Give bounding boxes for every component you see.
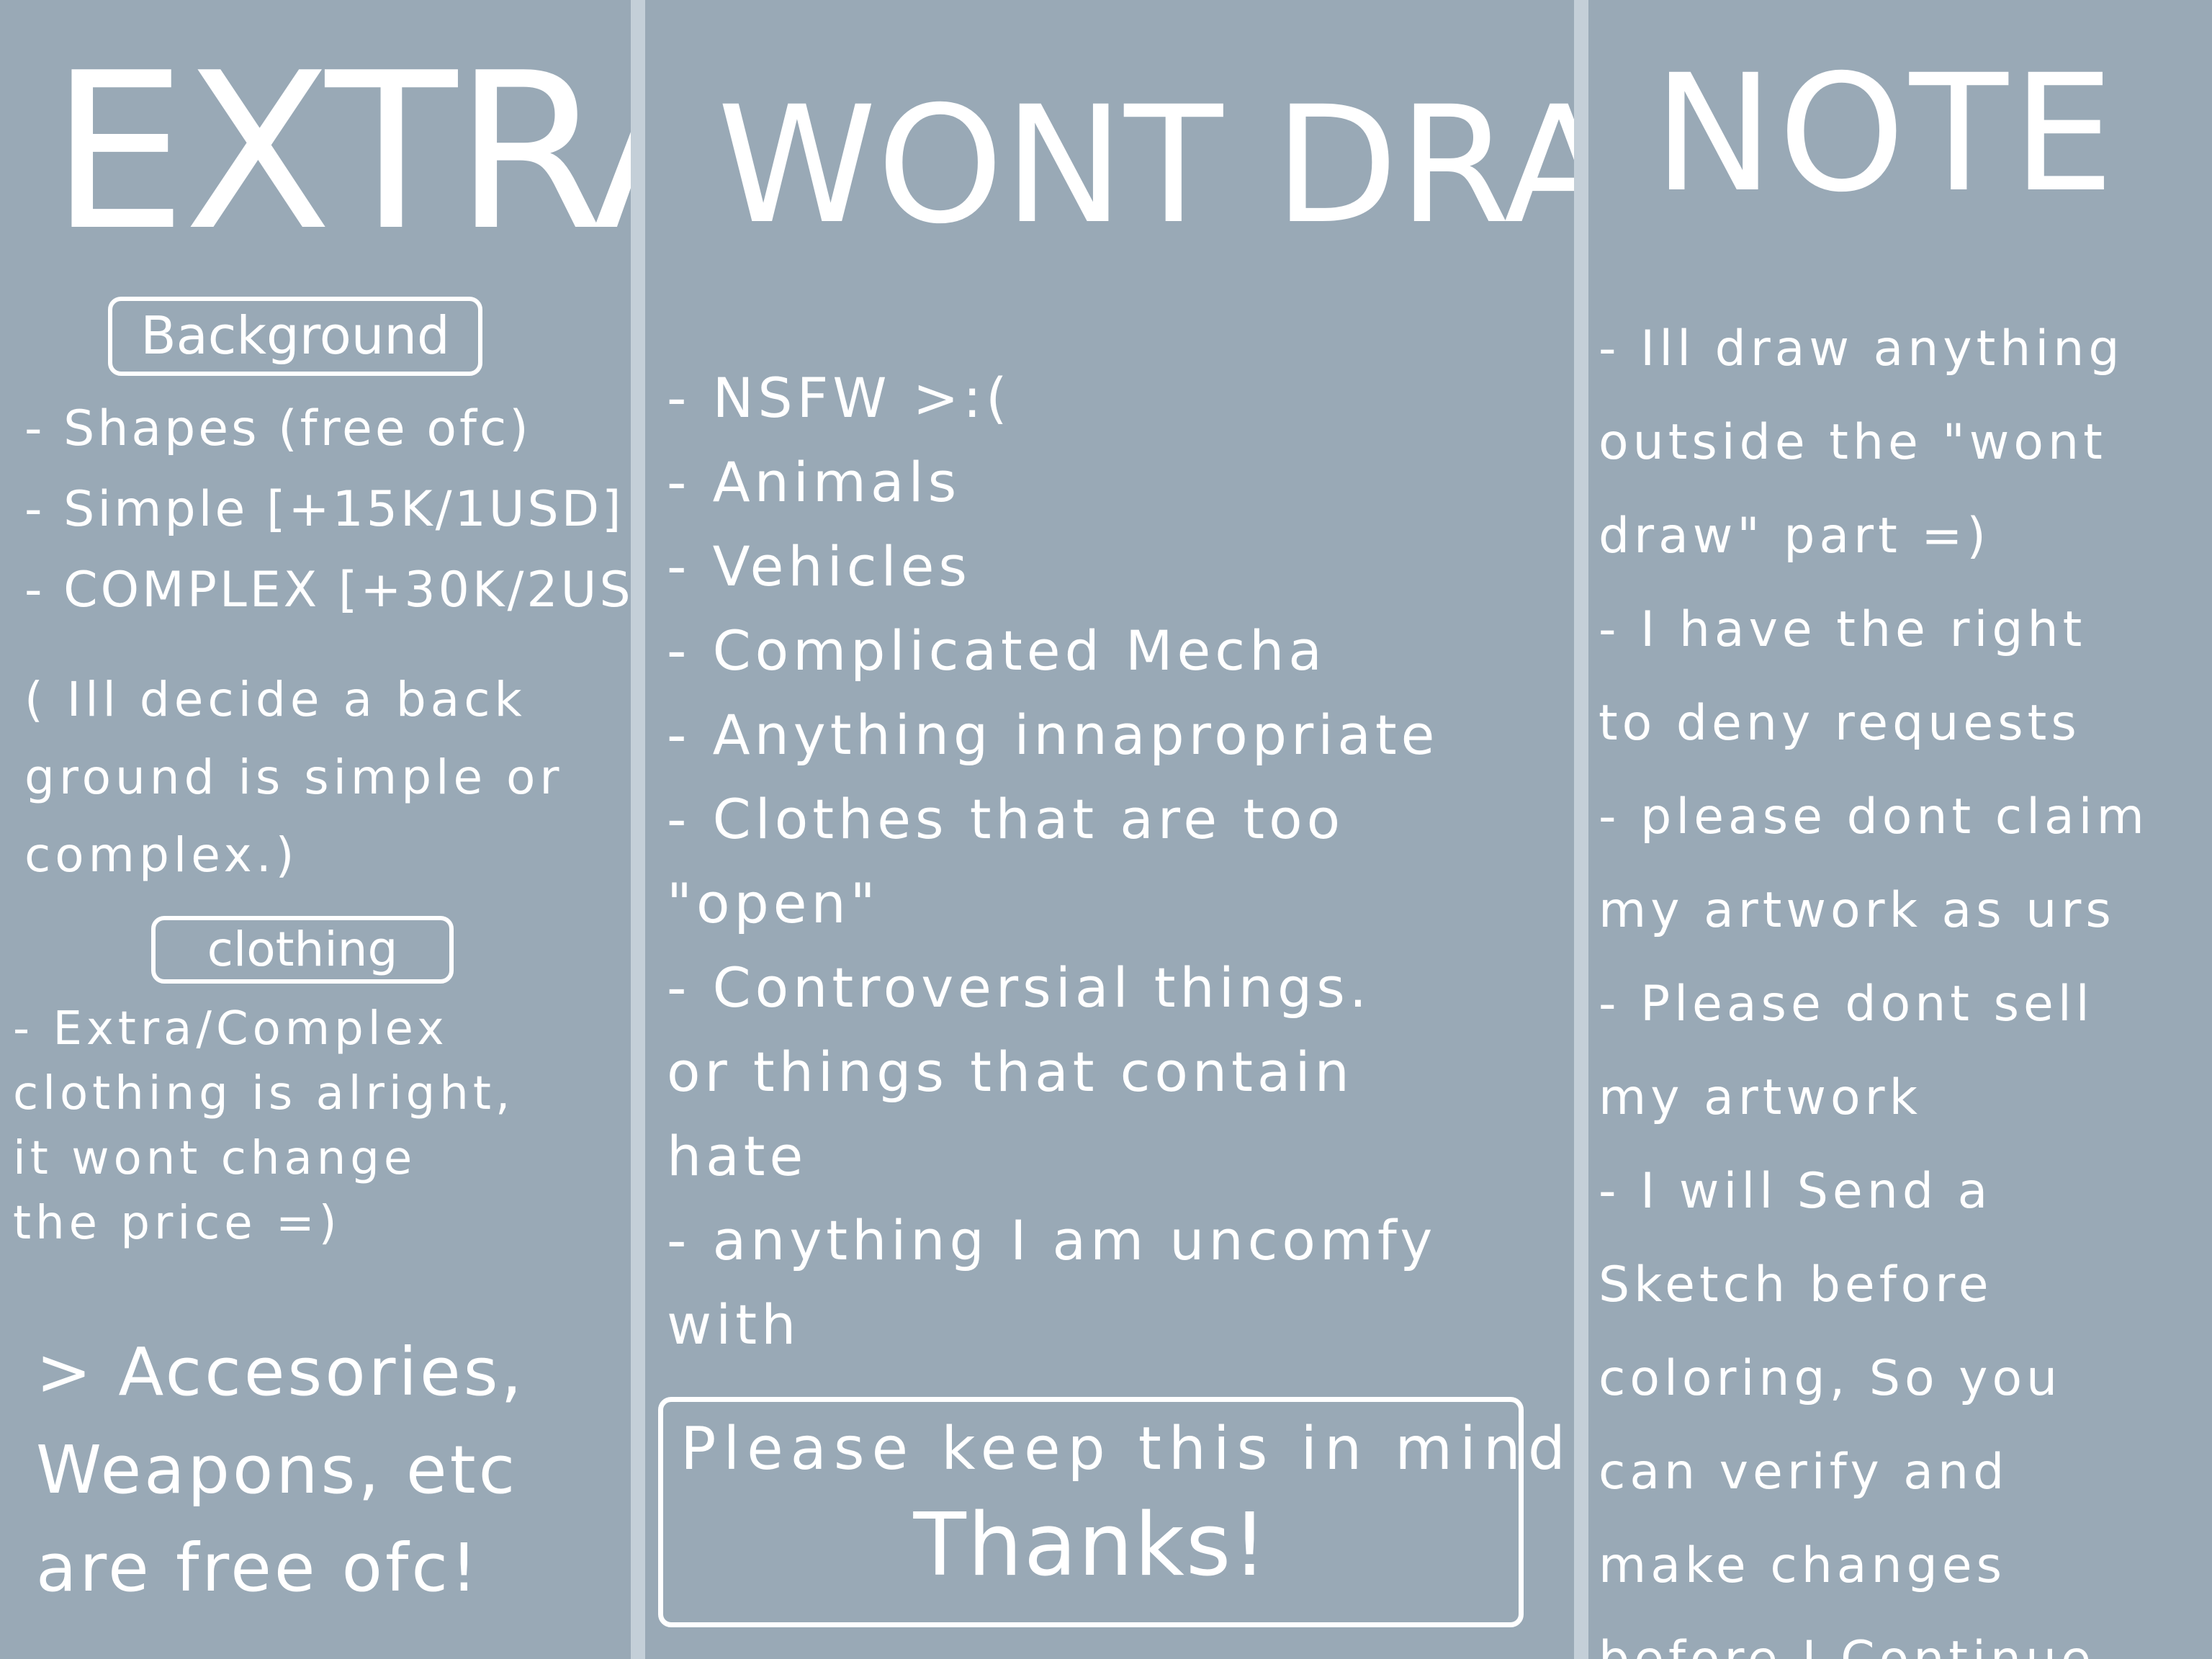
note-line: - I will Send a — [1599, 1163, 1992, 1220]
extra-heading: EXTRA — [50, 27, 631, 278]
column-divider-left — [631, 0, 645, 1659]
note-line: - I have the right — [1599, 601, 2087, 658]
wont-draw-item: - Clothes that are too — [667, 787, 1345, 851]
note-line: my artwork — [1599, 1069, 1922, 1126]
reminder-text: Please keep this in mind. — [680, 1415, 1574, 1483]
wont-draw-item: hate — [667, 1124, 808, 1188]
background-note-line: ground is simple or — [24, 750, 564, 805]
clothing-note: - Extra/Complex clothing is alright, it … — [13, 997, 514, 1256]
background-note-line: ( Ill decide a back — [24, 672, 526, 727]
clothing-note-line: - Extra/Complex — [13, 1002, 449, 1056]
thanks-text: Thanks! — [913, 1496, 1269, 1596]
note-line: coloring, So you — [1599, 1350, 2062, 1407]
note-line: Sketch before — [1599, 1256, 1993, 1313]
clothing-label-box: clothing — [151, 916, 454, 984]
clothing-note-line: it wont change — [13, 1132, 417, 1185]
wont-draw-item: "open" — [667, 871, 880, 935]
wont-draw-item: - Controversial things. — [667, 956, 1371, 1020]
background-note: ( Ill decide a back ground is simple or … — [24, 661, 564, 894]
extra-column: EXTRA Background - Shapes (free ofc) - S… — [0, 0, 631, 1659]
clothing-note-line: clothing is alright, — [13, 1067, 515, 1120]
note-line: to deny requests — [1599, 695, 2081, 752]
wont-draw-item: - Animals — [667, 450, 961, 514]
wont-draw-item: - NSFW >:( — [667, 366, 1012, 430]
background-option-simple: - Simple [+15K/1USD] — [24, 481, 624, 538]
background-label: Background — [140, 305, 450, 366]
accessories-note-line: > Accesories, — [36, 1334, 525, 1411]
note-line: my artwork as urs — [1599, 882, 2116, 939]
wont-draw-column: WONT DRAW - NSFW >:( - Animals - Vehicle… — [645, 0, 1574, 1659]
clothing-note-line: the price =) — [13, 1197, 341, 1250]
wont-draw-item: - Vehicles — [667, 534, 971, 598]
note-line: before I Continue — [1599, 1613, 2149, 1659]
wont-draw-item: - Complicated Mecha — [667, 619, 1326, 683]
wont-draw-item: or things that contain — [667, 1040, 1354, 1104]
note-line: - Ill draw anything — [1599, 320, 2124, 377]
note-line: - please dont claim — [1599, 788, 2149, 845]
column-divider-right — [1574, 0, 1588, 1659]
note-line: make changes — [1599, 1537, 2006, 1594]
wont-draw-heading: WONT DRAW — [717, 71, 1574, 259]
background-label-box: Background — [108, 297, 482, 376]
wont-draw-list: - NSFW >:( - Animals - Vehicles - Compli… — [667, 356, 1439, 1367]
note-list: - Ill draw anything outside the "wont dr… — [1599, 302, 2149, 1659]
note-line: - Please dont sell — [1599, 976, 2094, 1033]
clothing-label: clothing — [207, 922, 398, 977]
note-line: outside the "wont — [1599, 414, 2107, 471]
wont-draw-item: - Anything innapropriate — [667, 703, 1439, 767]
accessories-note: > Accesories, Weapons, etc are free ofc! — [36, 1323, 525, 1617]
note-column: NOTE - Ill draw anything outside the "wo… — [1588, 0, 2212, 1659]
background-option-complex: - COMPLEX [+30K/2USD] — [24, 562, 631, 619]
background-options-list: - Shapes (free ofc) - Simple [+15K/1USD]… — [24, 389, 631, 631]
wont-draw-item: with — [667, 1292, 801, 1357]
note-heading: NOTE — [1653, 40, 2119, 228]
accessories-note-line: are free ofc! — [36, 1529, 480, 1606]
wont-draw-item: - anything I am uncomfy — [667, 1208, 1437, 1272]
accessories-note-line: Weapons, etc — [36, 1431, 518, 1509]
note-line: draw" part =) — [1599, 508, 1990, 565]
note-line: can verify and — [1599, 1444, 2009, 1501]
background-option-shapes: - Shapes (free ofc) — [24, 400, 531, 457]
background-note-line: complex.) — [24, 827, 299, 883]
reminder-box: Please keep this in mind. Thanks! — [658, 1397, 1574, 1627]
